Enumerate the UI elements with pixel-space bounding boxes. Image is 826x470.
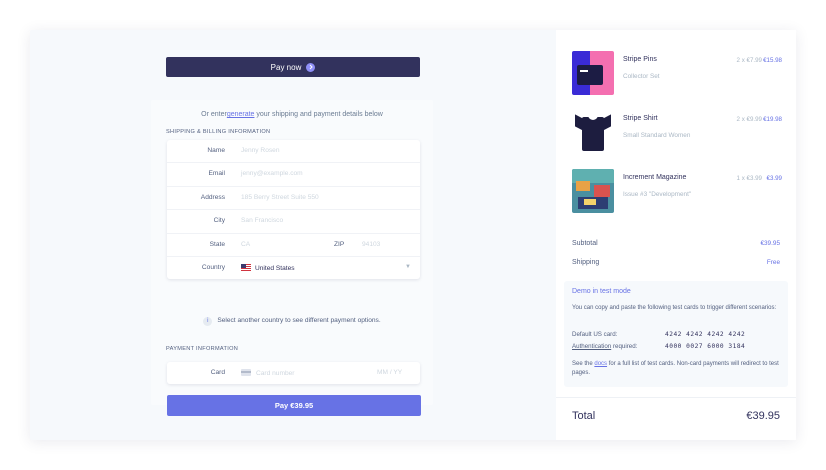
test-mode-box: Demo in test mode You can copy and paste… [564,281,788,387]
address-label: Address [200,193,225,201]
chevron-down-icon[interactable]: ▼ [405,264,411,270]
docs-link[interactable]: docs [594,361,607,367]
card-expiry-field[interactable]: MM / YY [377,369,402,376]
test-card-label: Default US card: [572,331,618,338]
state-zip-row: State CA ZIP 94103 [167,234,420,257]
email-row[interactable]: Email jenny@example.com [167,163,420,187]
city-row[interactable]: City San Francisco [167,210,420,234]
intro-prefix: Or enter [201,111,227,118]
shipping-section-title: Shipping & Billing Information [166,129,271,135]
generate-link[interactable]: generate [227,111,255,118]
form-intro: Or entergenerate your shipping and payme… [151,111,433,118]
stripe-shirt-image [572,110,614,154]
test-mode-description: You can copy and paste the following tes… [572,305,777,311]
cart-item-stripe-pins: Stripe Pins Collector Set 2 x €7.99 €15.… [572,51,782,95]
increment-magazine-image [572,169,614,213]
name-field[interactable]: Jenny Rosen [241,147,280,154]
checkout-form-panel: Pay now Or entergenerate your shipping a… [30,30,556,440]
item-name: Stripe Pins [623,56,657,63]
test-card-label-suffix: required: [611,343,638,350]
card-icon [241,369,251,376]
card-number-placeholder: Card number [256,370,295,377]
state-label: State [209,240,225,248]
subtotal-value: €39.95 [760,240,780,247]
arrow-right-circle-icon [306,62,316,72]
stripe-pins-image [572,51,614,95]
item-quantity: 1 x €3.99 [736,175,762,182]
address-field[interactable]: 185 Berry Street Suite 550 [241,194,319,201]
email-field[interactable]: jenny@example.com [241,170,303,177]
item-name: Increment Magazine [623,174,687,181]
form-card: Or entergenerate your shipping and payme… [151,100,433,416]
shipping-value: Free [766,259,780,266]
email-label: Email [208,170,226,178]
authentication-term: Authentication [572,343,612,350]
test-card-number[interactable]: 4000 0027 6000 3184 [665,343,745,350]
subtotal-label: Subtotal [572,240,598,247]
item-variant: Small Standard Women [623,132,691,139]
footer-prefix: See the [572,361,595,367]
card-number-field[interactable]: Card number [241,369,294,377]
item-price: €15.98 [763,57,782,64]
country-select[interactable]: United States [241,263,295,272]
card-label: Card [210,369,225,376]
us-flag-icon [241,263,251,271]
test-card-number[interactable]: 4242 4242 4242 4242 [665,331,745,338]
test-mode-title: Demo in test mode [572,288,631,295]
card-row[interactable]: Card Card number MM / YY [167,362,420,384]
test-card-label: Authentication required: [572,343,637,350]
item-name: Stripe Shirt [623,115,658,122]
intro-suffix: your shipping and payment details below [254,111,383,118]
shipping-label: Shipping [572,259,600,266]
city-field[interactable]: San Francisco [241,217,283,224]
info-icon: i [203,317,213,326]
state-field[interactable]: CA [241,241,250,248]
total-label: Total [572,410,596,422]
cart-item-increment-magazine: Increment Magazine Issue #3 "Development… [572,169,782,213]
name-row[interactable]: Name Jenny Rosen [167,140,420,164]
item-price: €3.99 [766,175,782,182]
address-row[interactable]: Address 185 Berry Street Suite 550 [167,187,420,211]
payment-section-title: Payment Information [166,346,239,352]
test-mode-footer: See the docs for a full list of test car… [572,360,784,378]
checkout-frame: Pay now Or entergenerate your shipping a… [30,30,796,440]
item-variant: Issue #3 "Development" [623,191,692,198]
city-label: City [213,217,225,225]
country-note: i Select another country to see different… [151,317,433,326]
order-summary-panel: Stripe Pins Collector Set 2 x €7.99 €15.… [556,30,796,440]
country-label: Country [201,263,225,271]
total-value: €39.95 [746,410,780,422]
payment-fieldset: Card Card number MM / YY [167,362,420,385]
item-price: €19.98 [763,116,782,123]
item-quantity: 2 x €9.99 [736,116,762,123]
pay-now-button[interactable]: Pay now [166,57,420,77]
cart-item-stripe-shirt: Stripe Shirt Small Standard Women 2 x €9… [572,110,782,154]
shipping-fieldset: Name Jenny Rosen Email jenny@example.com… [167,140,420,280]
summary-divider [556,397,796,398]
pay-now-label: Pay now [270,62,302,72]
country-value: United States [255,264,295,272]
zip-label: ZIP [334,240,345,248]
item-variant: Collector Set [623,73,660,80]
country-row[interactable]: Country United States ▼ [167,257,420,279]
pay-button[interactable]: Pay €39.95 [167,395,421,416]
name-label: Name [207,147,225,154]
item-quantity: 2 x €7.99 [736,57,762,64]
zip-field[interactable]: 94103 [362,241,380,248]
country-note-text: Select another country to see different … [217,317,381,324]
